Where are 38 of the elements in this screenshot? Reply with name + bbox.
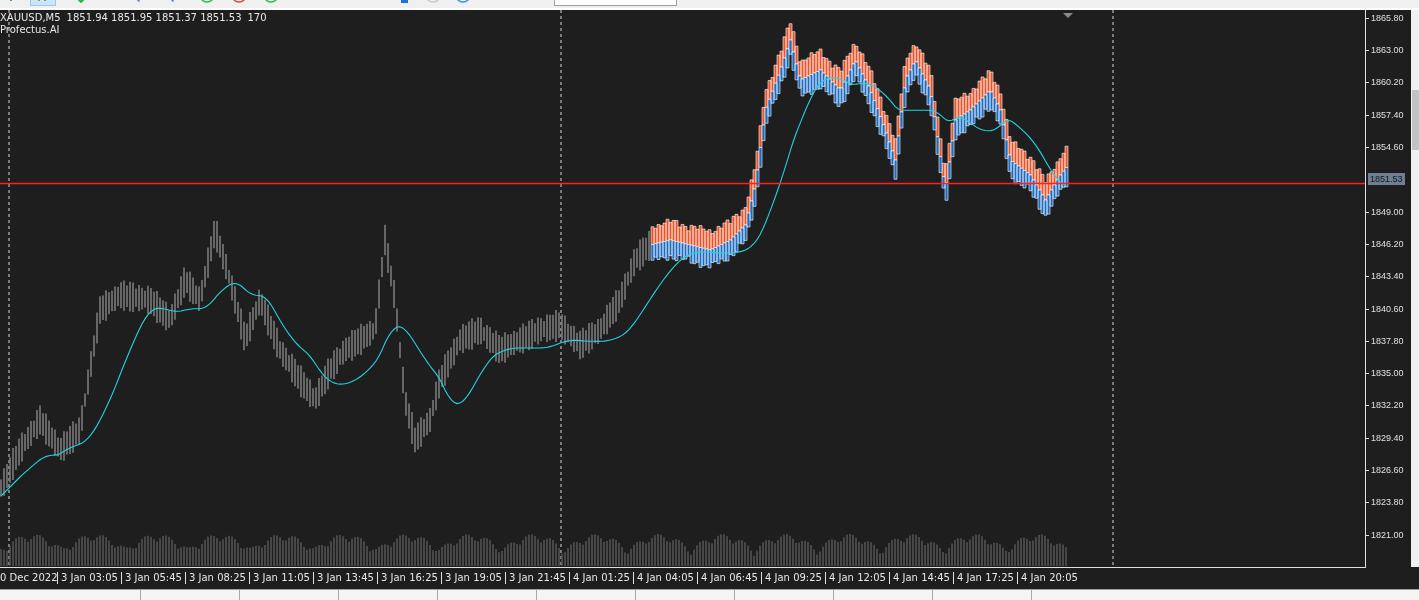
time-label: 3 Jan 13:45 [313,571,377,584]
price-label: 1832.20 [1367,399,1404,412]
price-label: 1849.00 [1367,205,1404,218]
time-label: 4 Jan 06:45 [697,571,761,584]
price-label: 1840.60 [1367,302,1404,315]
price-label: 1821.00 [1367,528,1404,541]
price-label: 1863.00 [1367,44,1404,57]
indicator-label: Profectus.AI [0,23,60,36]
time-label: 3 Jan 21:45 [505,571,569,584]
price-label: 1865.80 [1367,11,1404,24]
quote-text: 1851.94 1851.95 1851.37 1851.53 [66,11,242,24]
time-label: 4 Jan 01:25 [569,571,633,584]
price-label: 1829.40 [1367,431,1404,444]
price-label: 1854.60 [1367,140,1404,153]
time-label: 4 Jan 14:45 [889,571,953,584]
price-label: 1843.40 [1367,270,1404,283]
price-label: 1860.20 [1367,76,1404,89]
time-label: 4 Jan 20:05 [1017,571,1081,584]
price-label: 1826.60 [1367,464,1404,477]
price-label: 1846.20 [1367,237,1404,250]
time-label: 4 Jan 12:05 [825,571,889,584]
price-label: 1823.80 [1367,496,1404,509]
time-label: 4 Jan 17:25 [953,571,1017,584]
price-label: 1857.40 [1367,108,1404,121]
time-label: 0 Dec 2022 [0,572,57,584]
time-label: 4 Jan 09:25 [761,571,825,584]
time-label: 3 Jan 05:45 [121,571,185,584]
time-label: 4 Jan 04:05 [633,571,697,584]
symbol-label: XAUUSD,M5 [0,11,61,24]
time-label: 3 Jan 08:25 [185,571,249,584]
time-label: 3 Jan 19:05 [441,571,505,584]
price-label: 1837.80 [1367,334,1404,347]
time-label: 3 Jan 03:05 [57,571,121,584]
volume-text: 170 [247,11,267,24]
time-label: 3 Jan 11:05 [249,571,313,584]
price-label: 1835.00 [1367,367,1404,380]
time-label: 3 Jan 16:25 [377,571,441,584]
current-price-label: 1851.53 [1368,173,1405,186]
